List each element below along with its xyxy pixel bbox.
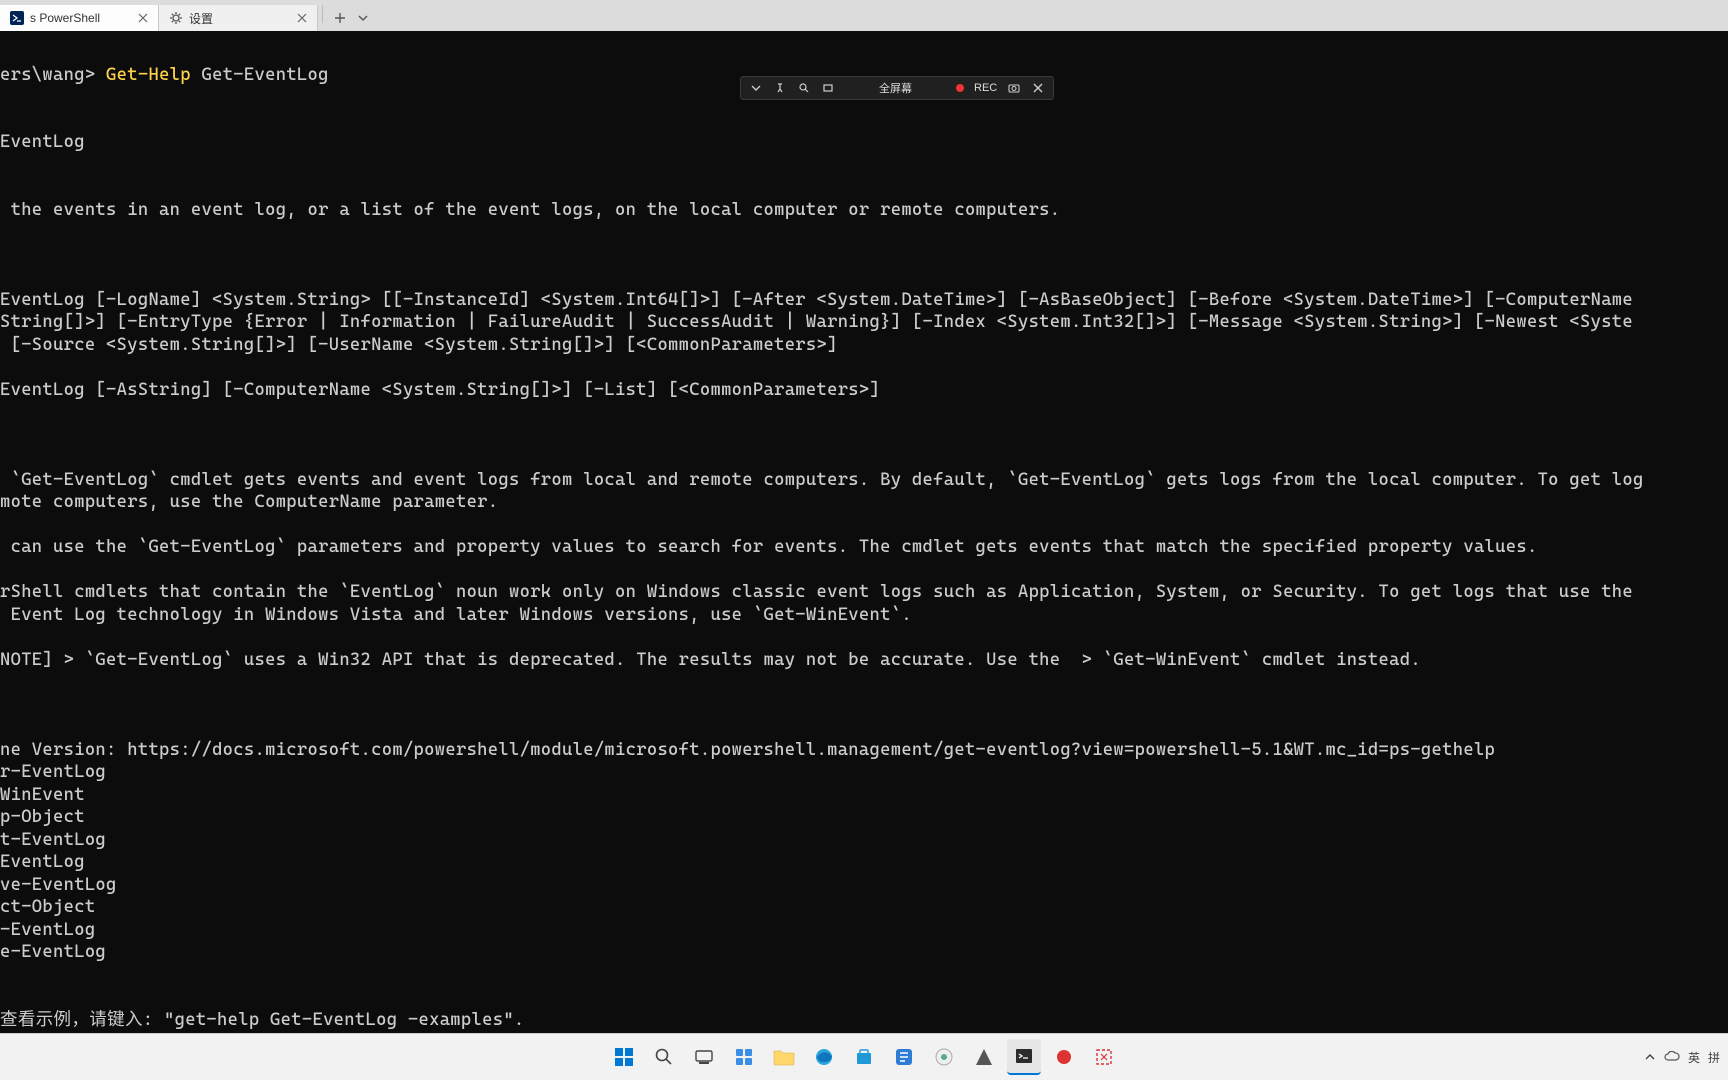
terminal-output: ers\wang> Get-Help Get-EventLog EventLog… [0, 64, 1728, 1032]
tab-powershell[interactable]: s PowerShell [0, 5, 159, 31]
app-button-3[interactable] [967, 1040, 1001, 1074]
pin-icon[interactable] [773, 81, 787, 95]
record-app-button[interactable] [1047, 1040, 1081, 1074]
close-icon[interactable] [1031, 81, 1045, 95]
rec-label: REC [974, 82, 997, 94]
search-icon[interactable] [797, 81, 811, 95]
tab-dropdown-button[interactable] [353, 7, 373, 29]
terminal-taskbar-button[interactable] [1007, 1039, 1041, 1075]
record-indicator-icon [956, 84, 964, 92]
fullscreen-label: 全屏幕 [879, 80, 912, 96]
store-button[interactable] [847, 1040, 881, 1074]
search-button[interactable] [647, 1040, 681, 1074]
task-view-button[interactable] [687, 1040, 721, 1074]
windows-taskbar: 英 拼 [0, 1033, 1728, 1080]
snip-button[interactable] [1087, 1040, 1121, 1074]
tab-settings[interactable]: 设置 [159, 5, 318, 31]
new-tab-button[interactable] [329, 7, 351, 29]
widgets-button[interactable] [727, 1040, 761, 1074]
tray-chevron-up-icon[interactable] [1644, 1051, 1656, 1063]
rectangle-icon[interactable] [821, 81, 835, 95]
file-explorer-button[interactable] [767, 1040, 801, 1074]
chevron-down-icon[interactable] [749, 81, 763, 95]
tab-separator [322, 5, 323, 23]
tab-label: 设置 [189, 10, 213, 27]
start-button[interactable] [607, 1040, 641, 1074]
onedrive-icon[interactable] [1664, 1051, 1680, 1063]
taskbar-center [607, 1039, 1121, 1075]
ime-mode[interactable]: 拼 [1708, 1049, 1720, 1066]
gear-icon [169, 11, 183, 25]
powershell-icon [10, 11, 24, 25]
app-button-1[interactable] [887, 1040, 921, 1074]
window-tab-bar: s PowerShell 设置 [0, 0, 1728, 32]
close-icon[interactable] [295, 11, 309, 25]
tab-label: s PowerShell [30, 11, 100, 25]
close-icon[interactable] [136, 11, 150, 25]
ime-lang[interactable]: 英 [1688, 1049, 1700, 1066]
system-tray: 英 拼 [1644, 1034, 1720, 1080]
app-button-2[interactable] [927, 1040, 961, 1074]
edge-button[interactable] [807, 1040, 841, 1074]
screen-recorder-toolbar[interactable]: 全屏幕 REC [740, 76, 1054, 100]
camera-icon[interactable] [1007, 81, 1021, 95]
terminal-pane[interactable]: ers\wang> Get-Help Get-EventLog EventLog… [0, 31, 1728, 1080]
